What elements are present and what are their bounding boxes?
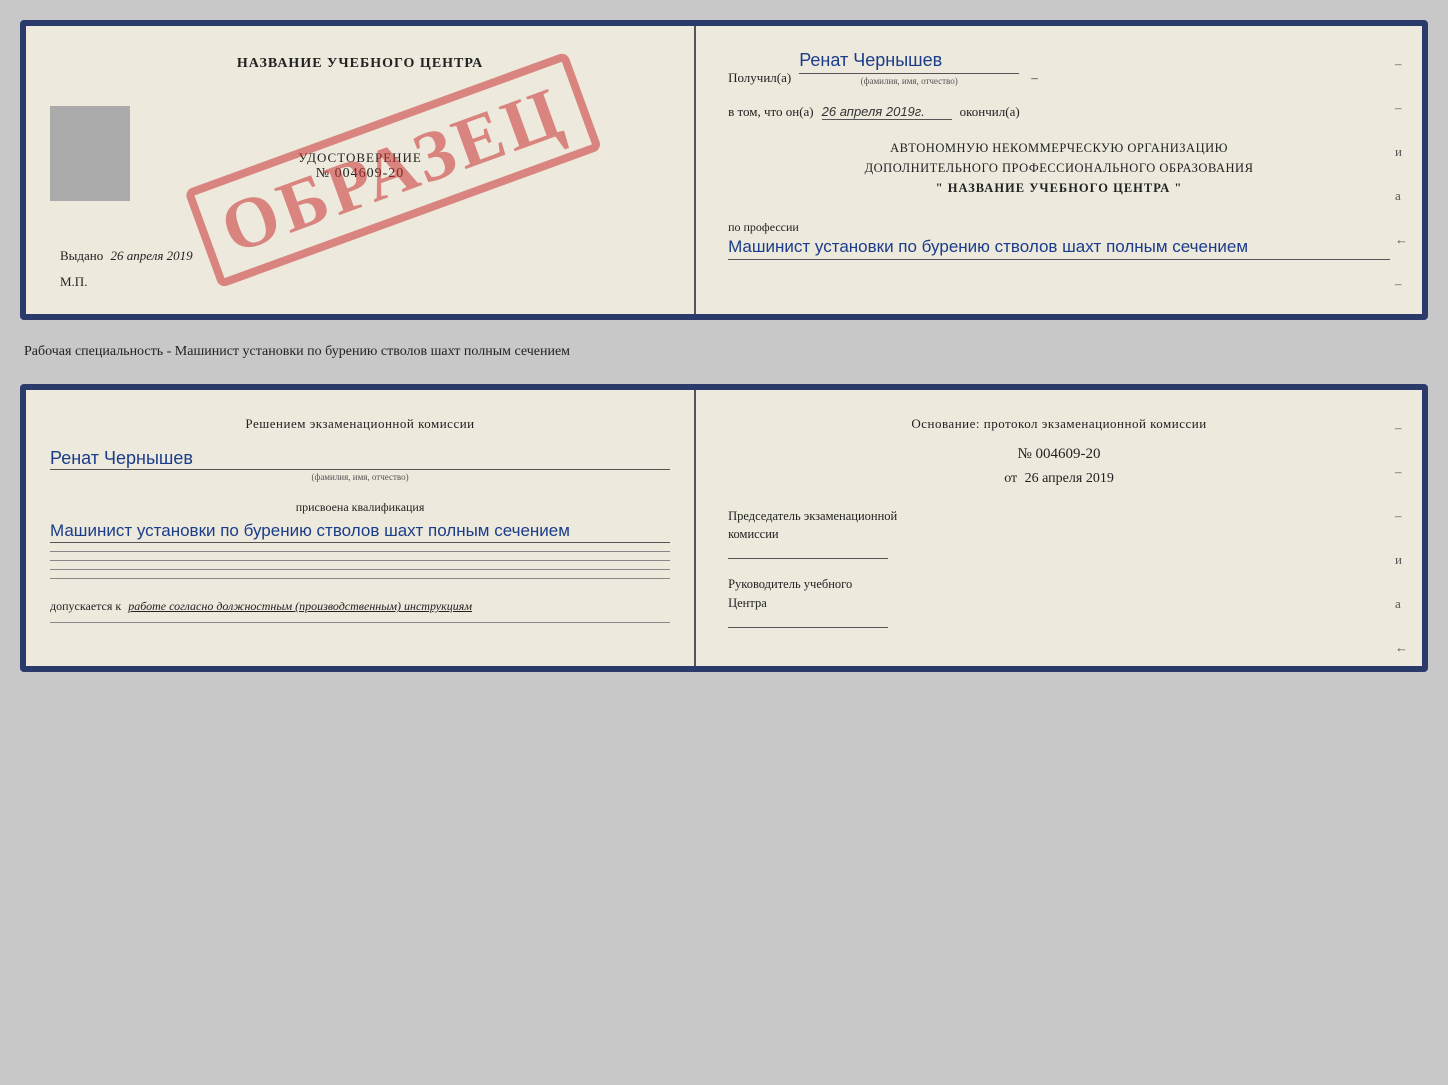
vydano-row: Выдано 26 апреля 2019 — [60, 248, 193, 264]
org-line2: ДОПОЛНИТЕЛЬНОГО ПРОФЕССИОНАЛЬНОГО ОБРАЗО… — [728, 158, 1390, 178]
poluchil-row: Получил(а) Ренат Чернышев (фамилия, имя,… — [728, 50, 1390, 86]
right-dashes-top: – – и а ← – – — [1395, 56, 1408, 320]
predsedatel-line1: Председатель экзаменационной — [728, 507, 1390, 526]
vtom-row: в том, что он(а) 26 апреля 2019г. окончи… — [728, 104, 1390, 120]
rukovoditel-line1: Руководитель учебного — [728, 575, 1390, 594]
line-2 — [50, 560, 670, 561]
po-professii-label: по профессии — [728, 220, 1390, 235]
professiya-text: Машинист установки по бурению стволов ша… — [728, 235, 1390, 260]
udostoverenie-label: УДОСТОВЕРЕНИЕ — [298, 150, 422, 166]
protocol-date-value: 26 апреля 2019 — [1025, 471, 1114, 486]
org-name: " НАЗВАНИЕ УЧЕБНОГО ЦЕНТРА " — [728, 178, 1390, 198]
right-dashes-bottom: – – – и а ← – – — [1395, 420, 1408, 672]
org-block: АВТОНОМНУЮ НЕКОММЕРЧЕСКУЮ ОРГАНИЗАЦИЮ ДО… — [728, 138, 1390, 198]
protocol-number: № 004609-20 — [728, 446, 1390, 463]
vtom-date: 26 апреля 2019г. — [822, 104, 952, 120]
line-1 — [50, 551, 670, 552]
osnovanie-text: Основание: протокол экзаменационной коми… — [728, 414, 1390, 434]
protocol-date: от 26 апреля 2019 — [728, 471, 1390, 487]
kvalifikaciya-text: Машинист установки по бурению стволов ша… — [50, 519, 670, 544]
dopuskaetsya-prefix: допускается к — [50, 599, 121, 613]
line-3 — [50, 569, 670, 570]
fio-hint-bottom: (фамилия, имя, отчество) — [50, 472, 670, 482]
dash-right: – — [1031, 70, 1038, 86]
po-professii-block: по профессии Машинист установки по бурен… — [728, 220, 1390, 260]
page-container: НАЗВАНИЕ УЧЕБНОГО ЦЕНТРА УДОСТОВЕРЕНИЕ №… — [20, 20, 1428, 672]
okonchil-label: окончил(а) — [960, 104, 1020, 120]
poluchil-label: Получил(а) — [728, 70, 791, 86]
rukovoditel-line2: Центра — [728, 594, 1390, 613]
vtom-label: в том, что он(а) — [728, 104, 814, 120]
org-line1: АВТОНОМНУЮ НЕКОММЕРЧЕСКУЮ ОРГАНИЗАЦИЮ — [728, 138, 1390, 158]
line-4 — [50, 578, 670, 579]
top-document: НАЗВАНИЕ УЧЕБНОГО ЦЕНТРА УДОСТОВЕРЕНИЕ №… — [20, 20, 1428, 320]
prisvoena-label: присвоена квалификация — [50, 500, 670, 515]
dopuskaetsya-row: допускается к работе согласно должностны… — [50, 599, 670, 614]
photo-placeholder — [50, 106, 130, 201]
predsedatel-block: Председатель экзаменационной комиссии — [728, 507, 1390, 560]
vydano-label: Выдано — [60, 248, 103, 263]
fio-hint-top: (фамилия, имя, отчество) — [799, 76, 1019, 86]
line-5 — [50, 622, 670, 623]
udostoverenie-block: УДОСТОВЕРЕНИЕ № 004609-20 — [298, 150, 422, 182]
predsedatel-line2: комиссии — [728, 525, 1390, 544]
vydano-date: 26 апреля 2019 — [111, 248, 193, 263]
fio-bottom: Ренат Чернышев — [50, 448, 670, 470]
resheniem-text: Решением экзаменационной комиссии — [50, 414, 670, 434]
middle-text: Рабочая специальность - Машинист установ… — [20, 336, 1428, 368]
nomer-text: № 004609-20 — [298, 166, 422, 182]
dopuskaetsya-italic: работе согласно должностным (производств… — [128, 599, 472, 613]
top-doc-right: Получил(а) Ренат Чернышев (фамилия, имя,… — [696, 26, 1422, 314]
bottom-document: Решением экзаменационной комиссии Ренат … — [20, 384, 1428, 672]
rukovoditel-podpis-line — [728, 627, 888, 628]
training-center-title: НАЗВАНИЕ УЧЕБНОГО ЦЕНТРА — [237, 56, 483, 72]
protocol-date-prefix: от — [1004, 471, 1017, 486]
rukovoditel-block: Руководитель учебного Центра — [728, 575, 1390, 628]
predsedatel-podpis-line — [728, 558, 888, 559]
poluchil-name: Ренат Чернышев — [799, 50, 1019, 74]
mp-text: М.П. — [60, 274, 87, 290]
bottom-doc-left: Решением экзаменационной комиссии Ренат … — [26, 390, 696, 666]
top-doc-left: НАЗВАНИЕ УЧЕБНОГО ЦЕНТРА УДОСТОВЕРЕНИЕ №… — [26, 26, 696, 314]
bottom-doc-right: Основание: протокол экзаменационной коми… — [696, 390, 1422, 666]
